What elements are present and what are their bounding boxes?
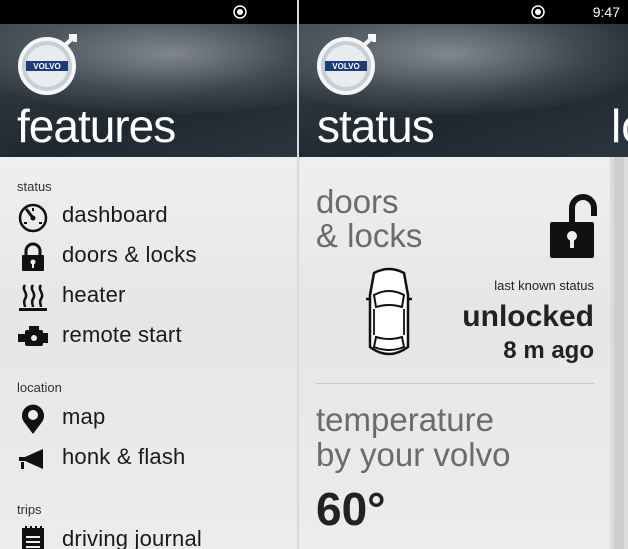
temperature-value: 60° (316, 483, 386, 535)
journal-icon (22, 526, 44, 549)
section-label-location: location (17, 380, 62, 395)
volvo-logo: VOLVO (18, 34, 77, 95)
engine-icon (18, 326, 48, 346)
section-label-trips: trips (17, 502, 42, 517)
car-top-view-icon (366, 267, 412, 356)
volvo-logo: VOLVO (317, 34, 376, 95)
page-title: features (17, 100, 176, 152)
features-header: VOLVO features (0, 24, 297, 157)
status-panel: doors & locks last known status unlocked… (299, 157, 610, 549)
doors-heading-line2: & locks (316, 217, 423, 254)
svg-text:VOLVO: VOLVO (33, 62, 60, 71)
section-divider (316, 383, 594, 384)
speedometer-icon (18, 203, 48, 233)
status-header: VOLVO status lo (299, 24, 628, 157)
status-bar (0, 0, 297, 24)
menu-item-honk-flash[interactable]: honk & flash (17, 441, 287, 477)
menu-item-label: driving journal (62, 526, 202, 549)
horn-icon (19, 449, 43, 469)
menu-item-label: remote start (62, 322, 182, 347)
features-screen: VOLVO features status dashboard doors & … (0, 0, 297, 549)
next-page-title-peek[interactable]: lo (611, 98, 628, 154)
lock-status-value: unlocked (462, 300, 594, 333)
doors-heading-line1: doors (316, 183, 399, 220)
signal-icon (531, 5, 545, 19)
menu-item-label: dashboard (62, 202, 168, 227)
temperature-heading-line2: by your volvo (316, 436, 511, 473)
page-title: status (317, 100, 435, 152)
menu-item-driving-journal[interactable]: driving journal (17, 523, 287, 549)
status-bar: 9:47 (299, 0, 628, 24)
status-time-ago: 8 m ago (503, 337, 594, 364)
menu-item-dashboard[interactable]: dashboard (17, 199, 287, 235)
menu-item-label: doors & locks (62, 242, 197, 267)
menu-item-doors-locks[interactable]: doors & locks (17, 239, 287, 275)
menu-item-label: honk & flash (62, 444, 186, 469)
map-pin-icon (22, 404, 44, 434)
status-content: doors & locks last known status unlocked… (299, 157, 628, 549)
scrollbar[interactable] (610, 157, 628, 549)
menu-item-map[interactable]: map (17, 401, 287, 437)
svg-text:VOLVO: VOLVO (332, 62, 359, 71)
menu-item-label: heater (62, 282, 126, 307)
menu-item-label: map (62, 404, 106, 429)
heater-icon (19, 284, 47, 311)
clock: 9:47 (592, 4, 620, 20)
signal-icon (233, 5, 247, 19)
lock-icon (22, 242, 44, 271)
temperature-heading-line1: temperature (316, 401, 494, 438)
menu-item-heater[interactable]: heater (17, 279, 287, 315)
menu-item-remote-start[interactable]: remote start (17, 319, 287, 355)
unlocked-padlock-icon (550, 194, 597, 258)
status-screen: 9:47 VOLVO status lo doors & locks (299, 0, 628, 549)
last-known-status-label: last known status (494, 278, 594, 293)
features-menu: status dashboard doors & locks heater re… (0, 157, 297, 549)
section-label-status: status (17, 179, 52, 194)
